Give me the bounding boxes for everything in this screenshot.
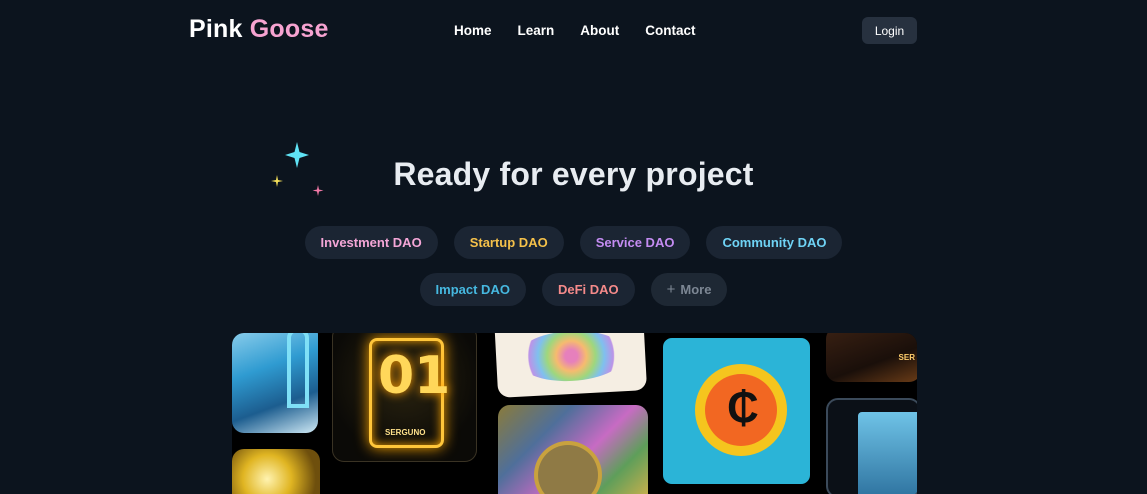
gallery-card-psychedelic-ram[interactable] <box>498 405 648 494</box>
more-label: More <box>680 282 712 297</box>
tag-startup-dao[interactable]: Startup DAO <box>453 226 564 259</box>
tag-defi-dao[interactable]: DeFi DAO <box>541 273 635 306</box>
gallery-card-gold-horn[interactable] <box>232 449 320 494</box>
nav-home-link[interactable]: Home <box>454 23 492 38</box>
tag-investment-dao[interactable]: Investment DAO <box>304 226 438 259</box>
card-caption: SER <box>898 353 915 362</box>
gallery-card-flower-pattern[interactable] <box>493 333 648 398</box>
hero-title: Ready for every project <box>393 156 754 192</box>
login-button[interactable]: Login <box>862 17 917 44</box>
logo-text-pink: Pink <box>189 15 243 43</box>
dao-tags-row-2: Impact DAO DeFi DAO + More <box>0 273 1147 306</box>
gallery-card-neon-01[interactable]: 01 SERGUNO <box>332 333 477 462</box>
tag-community-dao[interactable]: Community DAO <box>706 226 843 259</box>
tag-service-dao[interactable]: Service DAO <box>579 226 691 259</box>
logo-text-goose: Goose <box>249 15 329 43</box>
card-caption: SERGUNO <box>385 428 426 437</box>
logo[interactable]: Pink Goose <box>189 15 329 44</box>
gallery-card-blue-frame[interactable] <box>826 398 917 494</box>
site-header: Pink Goose Home Learn About Contact Logi… <box>0 0 1147 62</box>
gallery-card-blue-scene[interactable] <box>232 333 318 433</box>
gallery-card-bronze-scene[interactable]: SER <box>826 333 917 382</box>
nav-contact-link[interactable]: Contact <box>645 23 695 38</box>
tag-impact-dao[interactable]: Impact DAO <box>419 273 526 306</box>
dao-tags-row-1: Investment DAO Startup DAO Service DAO Comm… <box>0 226 1147 259</box>
plus-icon: + <box>666 281 676 298</box>
card-number: 01 <box>378 346 451 406</box>
nav-learn-link[interactable]: Learn <box>518 23 555 38</box>
nav-about-link[interactable]: About <box>580 23 619 38</box>
main-nav: Home Learn About Contact <box>454 23 722 38</box>
nft-gallery: 01 SERGUNO ₵ SER <box>232 333 917 494</box>
coin-symbol: ₵ <box>727 383 759 432</box>
tag-more-button[interactable]: + More <box>650 273 728 306</box>
gallery-card-sun-coin[interactable]: ₵ <box>660 335 813 487</box>
